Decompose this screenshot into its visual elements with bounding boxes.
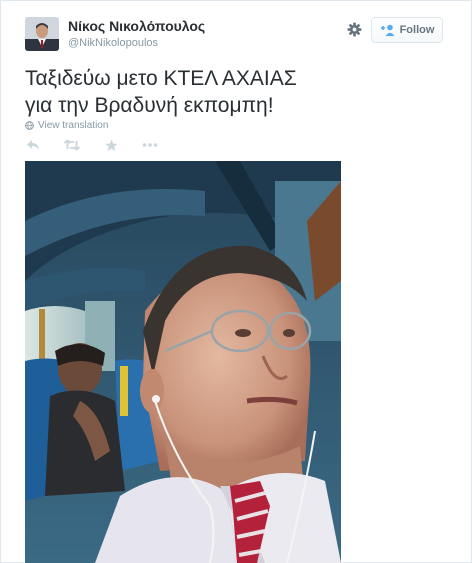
author-name[interactable]: Νίκος Νικολόπουλος [68, 18, 205, 34]
follow-button[interactable]: Follow [371, 17, 443, 43]
more-button[interactable] [142, 137, 158, 153]
favorite-icon [104, 138, 118, 151]
user-avatar-icon [25, 17, 59, 51]
tweet-text: Ταξιδεύω μετο ΚΤΕΛ ΑΧΑΙΑΣ για την Βραδυν… [25, 65, 455, 119]
retweet-button[interactable] [64, 137, 80, 153]
author-avatar[interactable] [25, 17, 59, 51]
view-translation-label: View translation [38, 120, 109, 131]
add-user-icon [380, 24, 395, 36]
globe-icon [25, 121, 34, 130]
reply-icon [27, 140, 39, 150]
tweet-actions [25, 137, 181, 153]
settings-gear-button[interactable] [344, 19, 364, 39]
reply-button[interactable] [25, 137, 41, 153]
tweet-text-line: Ταξιδεύω μετο ΚΤΕΛ ΑΧΑΙΑΣ [25, 67, 297, 90]
follow-button-label: Follow [399, 24, 435, 36]
tweet-photo[interactable] [25, 161, 341, 563]
more-icon [142, 143, 158, 147]
author-handle[interactable]: @NikNikolopoulos [68, 37, 158, 49]
gear-icon [347, 22, 361, 36]
tweet-card: Νίκος Νικολόπουλος @NikNikolopoulos Foll [0, 0, 472, 563]
view-translation-link[interactable]: View translation [25, 120, 108, 131]
bus-selfie-image [25, 161, 341, 563]
tweet-text-line: για την Βραδυνή εκπομπη! [25, 94, 274, 117]
favorite-button[interactable] [103, 137, 119, 153]
retweet-icon [64, 139, 80, 151]
